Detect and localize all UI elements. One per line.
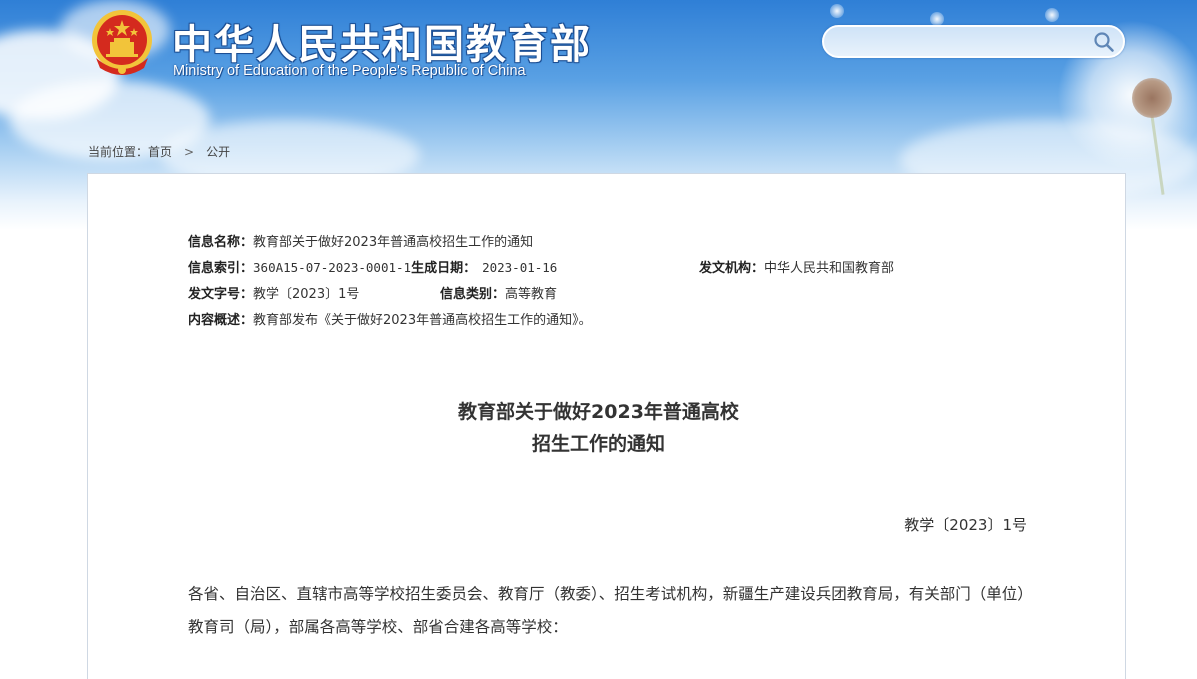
site-subtitle: Ministry of Education of the People's Re… xyxy=(173,63,526,79)
meta-row-index: 信息索引：360A15-07-2023-0001-1生成日期： 2023-01-1… xyxy=(188,257,557,276)
meta-row-summary: 内容概述：教育部发布《关于做好2023年普通高校招生工作的通知》。 xyxy=(188,309,592,328)
info-name-label: 信息名称： xyxy=(188,235,254,250)
date-value: 2023-01-16 xyxy=(482,260,558,275)
dandelion-core xyxy=(1132,78,1172,118)
seed-decoration xyxy=(830,4,844,18)
seed-decoration xyxy=(930,12,944,26)
seed-decoration xyxy=(1045,8,1059,22)
category-label: 信息类别： xyxy=(440,287,506,302)
info-name-value: 教育部关于做好2023年普通高校招生工作的通知 xyxy=(253,235,534,250)
document-number: 教学〔2023〕1号 xyxy=(904,516,1027,534)
breadcrumb: 当前位置：首页 > 公开 xyxy=(88,143,230,160)
category-value: 高等教育 xyxy=(505,287,558,302)
document-title-line2: 招生工作的通知 xyxy=(531,433,665,455)
breadcrumb-current-link[interactable]: 公开 xyxy=(206,145,230,159)
issuer-label: 发文机构： xyxy=(699,261,765,276)
meta-row-info-name: 信息名称：教育部关于做好2023年普通高校招生工作的通知 xyxy=(188,231,533,250)
index-value: 360A15-07-2023-0001-1 xyxy=(253,260,412,275)
summary-label: 内容概述： xyxy=(188,313,254,328)
summary-value: 教育部发布《关于做好2023年普通高校招生工作的通知》。 xyxy=(253,313,592,328)
national-emblem-icon xyxy=(92,10,152,75)
breadcrumb-home-link[interactable]: 首页 xyxy=(148,145,172,159)
document-title-line1: 教育部关于做好2023年普通高校 xyxy=(458,401,739,423)
date-label: 生成日期： xyxy=(411,261,477,276)
breadcrumb-prefix: 当前位置： xyxy=(88,145,149,159)
site-title: 中华人民共和国教育部 xyxy=(172,22,592,68)
search-icon[interactable] xyxy=(1093,31,1115,53)
index-label: 信息索引： xyxy=(188,261,254,276)
breadcrumb-separator: > xyxy=(184,145,195,159)
meta-row-doc-no: 发文字号：教学〔2023〕1号 xyxy=(188,283,359,302)
doc-no-value: 教学〔2023〕1号 xyxy=(253,287,360,302)
meta-issuer: 发文机构：中华人民共和国教育部 xyxy=(699,257,894,276)
document-salutation: 各省、自治区、直辖市高等学校招生委员会、教育厅（教委）、招生考试机构，新疆生产建… xyxy=(188,585,1026,636)
issuer-value: 中华人民共和国教育部 xyxy=(764,261,895,276)
search-box xyxy=(822,25,1125,58)
meta-category: 信息类别：高等教育 xyxy=(440,283,557,302)
search-input[interactable] xyxy=(838,31,1088,53)
doc-no-label: 发文字号： xyxy=(188,287,254,302)
